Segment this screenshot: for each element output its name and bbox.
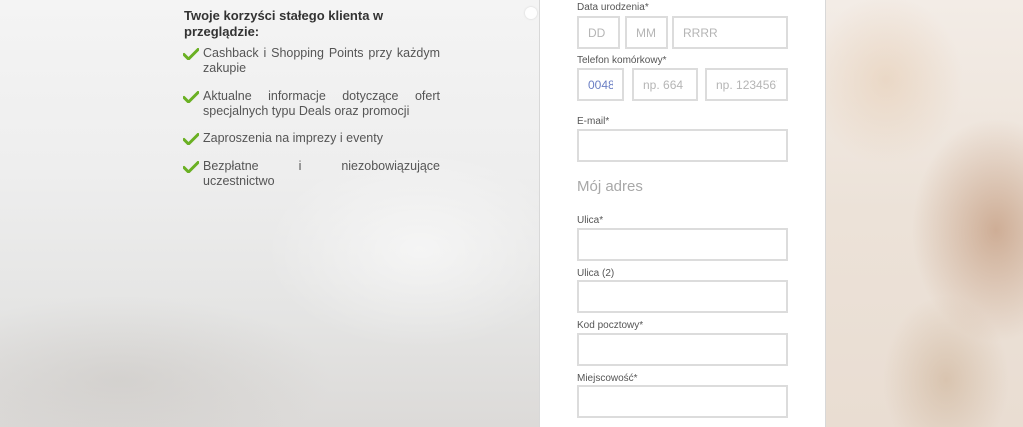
benefits-section: Twoje korzyści stałego klienta w przeglą… xyxy=(183,8,440,189)
right-background-image xyxy=(826,0,1023,427)
phone-country-code-input[interactable] xyxy=(577,68,624,101)
street2-input[interactable] xyxy=(577,280,788,313)
phone-number-input[interactable] xyxy=(705,68,788,101)
benefit-text: Cashback i Shopping Points przy każdym z… xyxy=(203,46,440,75)
benefit-text: Aktualne informacje dotyczące ofert spec… xyxy=(203,89,440,118)
registration-form-panel: Data urodzenia* Telefon komórkowy* E-mai… xyxy=(539,0,826,427)
birth-day-input[interactable] xyxy=(577,16,620,49)
email-input[interactable] xyxy=(577,129,788,162)
benefit-item-events: Zaproszenia na imprezy i eventy xyxy=(183,131,440,146)
street2-label: Ulica (2) xyxy=(577,268,615,279)
benefit-text: Zaproszenia na imprezy i eventy xyxy=(203,131,383,145)
benefit-item-deals: Aktualne informacje dotyczące ofert spec… xyxy=(183,89,440,119)
benefit-text: Bezpłatne i niezobowiązujące uczestnictw… xyxy=(203,159,440,188)
birth-month-input[interactable] xyxy=(625,16,668,49)
street-label: Ulica* xyxy=(577,215,604,226)
benefits-title: Twoje korzyści stałego klienta w przeglą… xyxy=(184,8,384,39)
benefit-item-cashback: Cashback i Shopping Points przy każdym z… xyxy=(183,46,440,76)
postal-code-label: Kod pocztowy* xyxy=(577,320,644,331)
checkmark-icon xyxy=(183,133,199,145)
email-label: E-mail* xyxy=(577,116,610,127)
benefit-item-free: Bezpłatne i niezobowiązujące uczestnictw… xyxy=(183,159,440,189)
slider-dot-icon[interactable] xyxy=(525,7,537,19)
phone-prefix-input[interactable] xyxy=(632,68,698,101)
checkmark-icon xyxy=(183,161,199,173)
city-input[interactable] xyxy=(577,385,788,418)
city-label: Miejscowość* xyxy=(577,373,638,384)
checkmark-icon xyxy=(183,91,199,103)
address-section-title: Mój adres xyxy=(577,178,643,195)
mobile-phone-label: Telefon komórkowy* xyxy=(577,55,667,66)
birth-date-label: Data urodzenia* xyxy=(577,2,649,13)
street-input[interactable] xyxy=(577,228,788,261)
postal-code-input[interactable] xyxy=(577,333,788,366)
birth-year-input[interactable] xyxy=(672,16,788,49)
checkmark-icon xyxy=(183,48,199,60)
